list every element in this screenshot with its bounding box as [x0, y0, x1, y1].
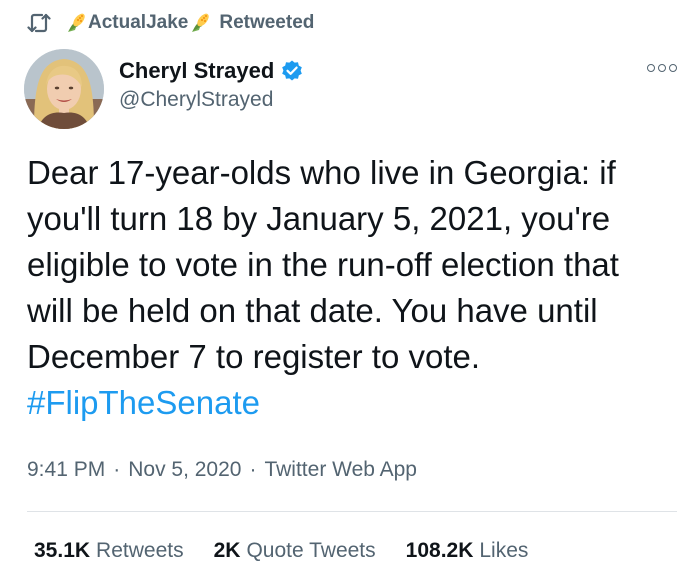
likes-label: Likes	[479, 539, 529, 562]
tweet-text-line: will be held on that date. You have unti…	[27, 292, 598, 329]
corn-icon	[190, 12, 210, 34]
author-display-name[interactable]: Cheryl Strayed	[119, 58, 274, 84]
quote-tweets-stat[interactable]: 2K Quote Tweets	[214, 539, 376, 563]
avatar[interactable]	[24, 49, 104, 129]
more-options-icon[interactable]	[647, 60, 677, 76]
tweet-text-line: you'll turn 18 by January 5, 2021, you'r…	[27, 200, 611, 237]
tweet-text-line: December 7 to register to vote.	[27, 338, 481, 375]
divider	[27, 511, 677, 512]
tweet-date[interactable]: Nov 5, 2020	[128, 458, 241, 482]
likes-stat[interactable]: 108.2K Likes	[406, 539, 529, 563]
tweet-text: Dear 17-year-olds who live in Georgia: i…	[27, 150, 687, 426]
tweet-text-line: eligible to vote in the run-off election…	[27, 246, 619, 283]
tweet-text-line: Dear 17-year-olds who live in Georgia: i…	[27, 154, 616, 191]
retweeted-label: Retweeted	[219, 12, 315, 33]
corn-icon	[66, 12, 86, 34]
quote-tweets-label: Quote Tweets	[246, 539, 376, 562]
likes-count: 108.2K	[405, 539, 474, 562]
retweets-stat[interactable]: 35.1K Retweets	[34, 539, 184, 563]
hashtag-link[interactable]: #FlipTheSenate	[27, 380, 687, 426]
retweets-label: Retweets	[96, 539, 184, 562]
tweet-meta: 9:41 PM · Nov 5, 2020 · Twitter Web App	[27, 455, 417, 485]
meta-separator: ·	[249, 458, 257, 481]
verified-badge-icon	[280, 59, 304, 83]
tweet-source: Twitter Web App	[264, 458, 417, 481]
retweet-icon	[27, 12, 51, 34]
author-row[interactable]: Cheryl Strayed	[119, 56, 304, 86]
meta-separator: ·	[113, 458, 121, 481]
retweets-count: 35.1K	[34, 539, 91, 562]
tweet-card: ActualJake Retweeted Cheryl Strayed @Che…	[0, 0, 700, 581]
engagement-stats: 35.1K Retweets 2K Quote Tweets 108.2K Li…	[34, 536, 558, 566]
author-handle[interactable]: @CherylStrayed	[119, 88, 273, 112]
tweet-time[interactable]: 9:41 PM	[27, 458, 105, 482]
retweeter-name[interactable]: ActualJake	[88, 12, 188, 34]
retweet-header[interactable]: ActualJake Retweeted	[27, 10, 314, 36]
quote-tweets-count: 2K	[213, 539, 241, 562]
